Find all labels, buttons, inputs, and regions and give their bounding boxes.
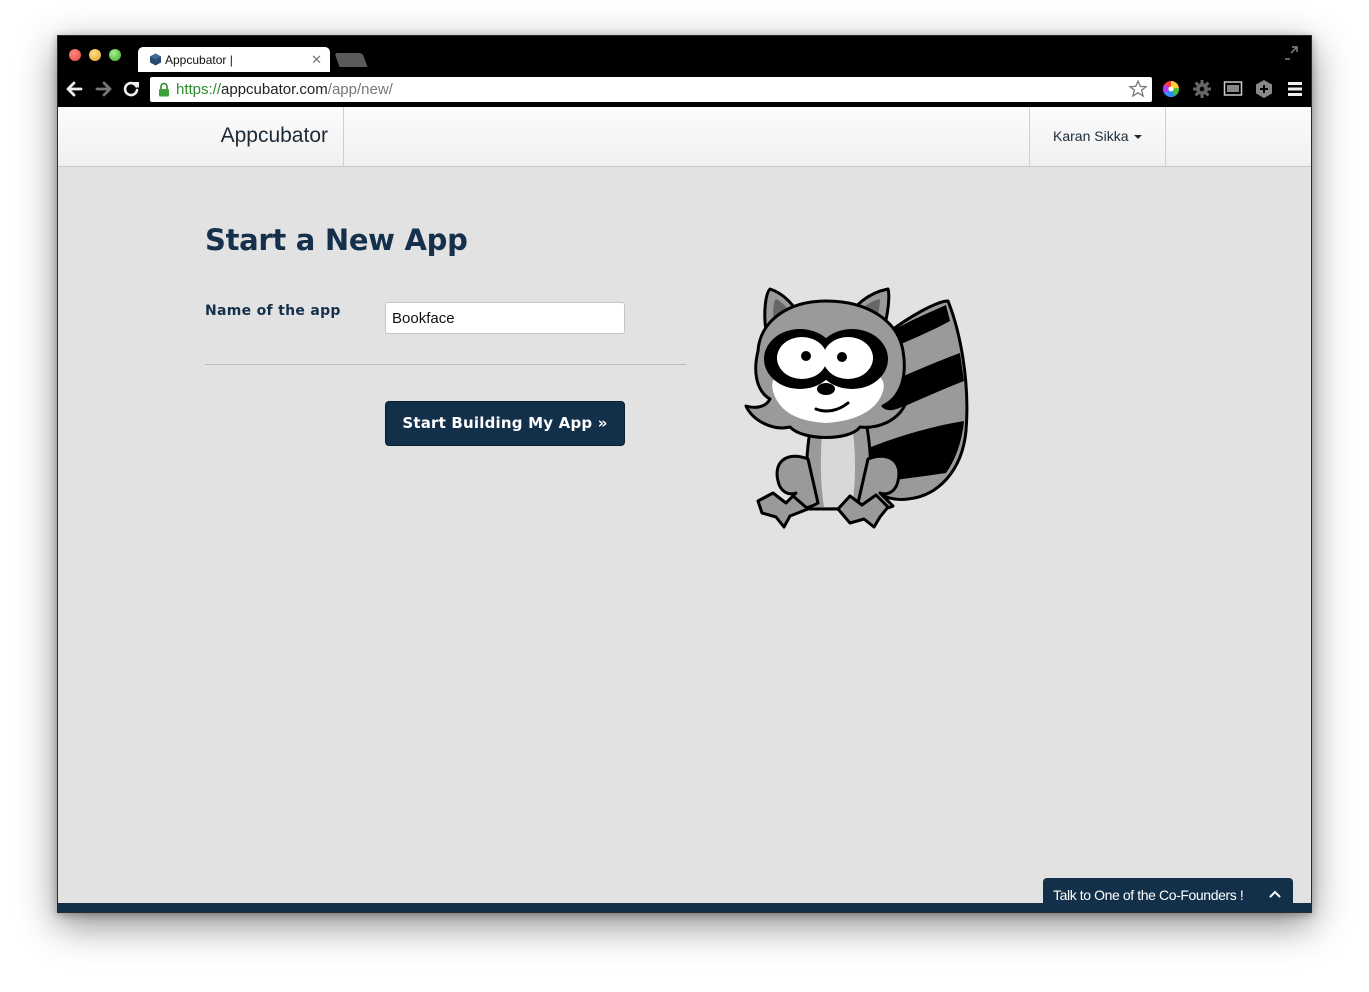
tab-title: Appcubator |: [165, 53, 233, 67]
menu-icon[interactable]: [1284, 78, 1306, 100]
caret-down-icon[interactable]: [1134, 135, 1142, 139]
back-arrow-icon[interactable]: [65, 79, 85, 99]
forward-arrow-icon[interactable]: [93, 79, 113, 99]
close-window-button[interactable]: [69, 49, 81, 61]
raccoon-mascot-illustration: [744, 287, 969, 529]
form-divider: [205, 364, 686, 365]
chevron-up-icon[interactable]: [1269, 890, 1281, 898]
color-wheel-icon[interactable]: [1160, 78, 1182, 100]
url-text: https://appcubator.com/app/new/: [176, 81, 393, 98]
page-title: Start a New App: [205, 223, 468, 257]
url-scheme: https://: [176, 81, 222, 98]
close-tab-icon[interactable]: ✕: [311, 52, 322, 68]
maximize-window-button[interactable]: [109, 49, 121, 61]
new-tab-button[interactable]: [334, 53, 368, 67]
app-navbar: Appcubator Karan Sikka: [58, 107, 1311, 167]
start-building-button[interactable]: Start Building My App »: [385, 401, 625, 446]
app-name-label: Name of the app: [205, 303, 341, 319]
fullscreen-icon[interactable]: [1283, 45, 1299, 61]
reload-icon[interactable]: [121, 79, 141, 99]
url-host: appcubator.com: [221, 81, 328, 98]
browser-tab[interactable]: Appcubator | ✕: [138, 47, 330, 72]
address-bar[interactable]: https://appcubator.com/app/new/: [150, 77, 1152, 102]
lock-icon: [159, 82, 169, 97]
minimize-window-button[interactable]: [89, 49, 101, 61]
user-name[interactable]: Karan Sikka: [1053, 128, 1128, 144]
user-menu[interactable]: Karan Sikka: [1029, 107, 1166, 167]
star-icon[interactable]: [1128, 79, 1148, 99]
brand-cell: Appcubator: [58, 107, 344, 167]
chat-widget-tab[interactable]: Talk to One of the Co-Founders !: [1043, 878, 1293, 912]
tab-strip: Appcubator | ✕: [58, 36, 1311, 72]
screenshot-icon[interactable]: [1222, 78, 1244, 100]
chat-widget-label[interactable]: Talk to One of the Co-Founders !: [1053, 887, 1244, 903]
app-name-input[interactable]: [385, 302, 625, 334]
hexagon-icon[interactable]: [1253, 78, 1275, 100]
gear-icon[interactable]: [1191, 78, 1213, 100]
url-path: /app/new/: [327, 81, 393, 98]
browser-toolbar: https://appcubator.com/app/new/: [58, 72, 1311, 107]
favicon-icon: [150, 53, 161, 66]
browser-window: Appcubator | ✕ https://appcubator.com/ap: [57, 35, 1312, 913]
brand-logo-link[interactable]: Appcubator: [221, 124, 328, 148]
